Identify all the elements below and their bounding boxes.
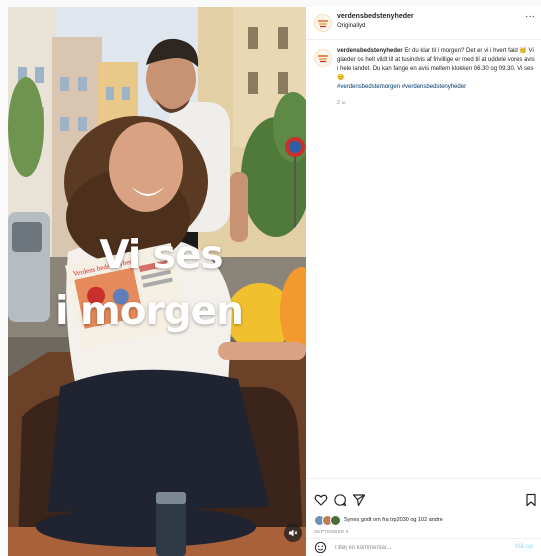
send-icon <box>352 494 366 507</box>
comment-input[interactable] <box>334 543 504 553</box>
caption-avatar[interactable] <box>314 49 332 67</box>
video-overlay-line-1: Vi ses <box>99 233 223 278</box>
likes-summary[interactable]: Synes godt om fra trp2030 og 102 andre <box>314 514 443 526</box>
post-video[interactable]: Verdens bedste nyheder Vi ses i morgen <box>8 7 306 556</box>
post-details-panel: verdensbedstenyheder Originallyd ··· ver… <box>306 7 541 556</box>
more-horizontal-icon: ··· <box>525 11 535 22</box>
likes-text: Synes godt om fra trp2030 og 102 andre <box>344 517 443 523</box>
post-header: verdensbedstenyheder Originallyd ··· <box>306 7 541 40</box>
caption-username[interactable]: verdensbedstenyheder <box>337 48 403 54</box>
mute-button[interactable] <box>284 524 302 542</box>
like-button[interactable] <box>314 493 328 507</box>
instagram-post: Verdens bedste nyheder Vi ses i morgen v… <box>8 7 541 556</box>
share-button[interactable] <box>352 493 366 507</box>
comment-bar: Slå op <box>306 538 541 556</box>
publish-button[interactable]: Slå op <box>515 544 533 550</box>
emoji-button[interactable] <box>314 541 328 555</box>
avatar <box>330 514 341 526</box>
brand-logo-icon <box>318 55 328 63</box>
brand-logo-icon <box>318 20 328 28</box>
comment-icon <box>334 494 347 506</box>
save-button[interactable] <box>524 493 538 507</box>
caption-hashtags[interactable]: #verdensbedstemorgen #verdensbedstenyhed… <box>337 83 535 92</box>
bookmark-icon <box>526 493 536 507</box>
smiley-icon <box>314 541 327 554</box>
video-overlay-line-2: i morgen <box>55 289 244 334</box>
more-options-button[interactable]: ··· <box>523 11 537 23</box>
post-time-ago[interactable]: 2 u. <box>337 100 346 106</box>
video-frame-illustration: Verdens bedste nyheder <box>8 7 306 556</box>
header-username[interactable]: verdensbedstenyheder <box>337 13 414 20</box>
comment-button[interactable] <box>333 493 347 507</box>
avatar[interactable] <box>314 14 332 32</box>
post-date: SEPTEMBER 6 <box>314 529 349 534</box>
speaker-muted-icon <box>289 529 298 537</box>
post-caption: verdensbedstenyheder Er du klar til i mo… <box>337 47 535 92</box>
heart-icon <box>314 494 328 506</box>
audio-label[interactable]: Originallyd <box>337 23 365 29</box>
post-actions: Synes godt om fra trp2030 og 102 andre S… <box>306 478 541 539</box>
